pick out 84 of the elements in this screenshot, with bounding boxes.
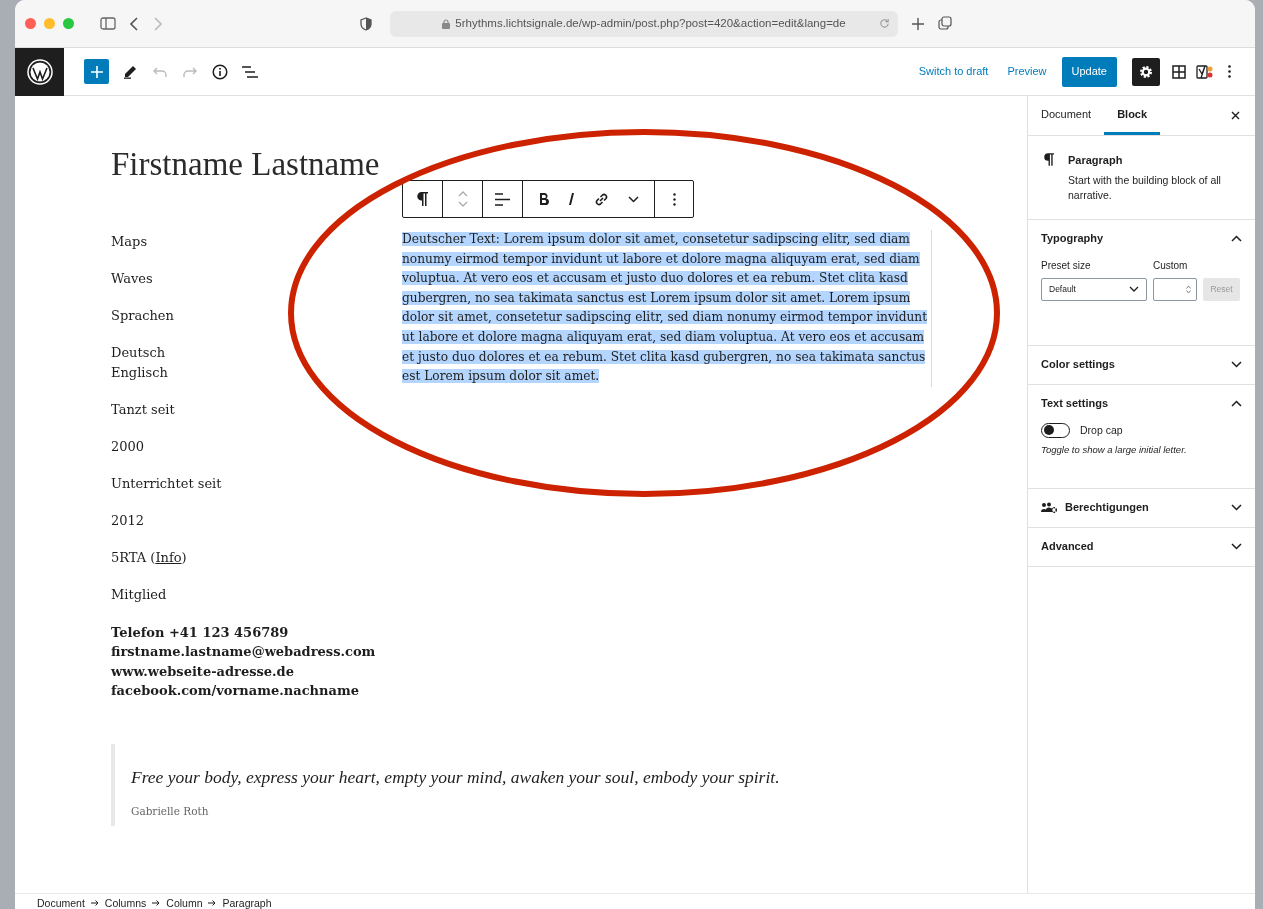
update-button[interactable]: Update bbox=[1061, 56, 1117, 87]
chevron-down-icon bbox=[1231, 504, 1242, 511]
sidebar-tab[interactable]: Block bbox=[1104, 96, 1161, 135]
text-line: Maps bbox=[111, 233, 149, 251]
lock-icon bbox=[442, 18, 451, 29]
tabs-overview-icon[interactable] bbox=[938, 16, 953, 31]
panel-toggle[interactable]: Advanced bbox=[1041, 527, 1242, 566]
arrow-right-icon bbox=[90, 900, 99, 906]
info-icon[interactable] bbox=[212, 63, 228, 80]
chevron-down-icon bbox=[1129, 286, 1139, 292]
panel-toggle[interactable]: Color settings bbox=[1041, 345, 1242, 384]
text-line: Sprachen bbox=[111, 307, 175, 326]
text-line: 2012 bbox=[111, 512, 146, 531]
post-title[interactable]: Firstname Lastname bbox=[111, 148, 380, 181]
block-description: Start with the building block of all narrative. bbox=[1068, 172, 1222, 203]
align-left-icon[interactable] bbox=[495, 192, 510, 206]
arrow-right-icon bbox=[208, 900, 217, 906]
contact-line: Telefon +41 123 456789 bbox=[111, 623, 290, 642]
address-bar[interactable]: 5rhythms.lichtsignale.de/wp-admin/post.php?post=420&action=edit&lang=de bbox=[390, 10, 898, 37]
field-label: Custom bbox=[1153, 258, 1189, 273]
wordpress-icon bbox=[26, 58, 53, 85]
breadcrumb-link[interactable]: Columns bbox=[104, 894, 147, 909]
bold-icon[interactable] bbox=[538, 193, 549, 205]
settings-icon bbox=[1139, 64, 1153, 79]
text-line: 5RTA (Info) bbox=[111, 549, 188, 568]
sidebar-toggle-icon[interactable] bbox=[100, 17, 116, 30]
breadcrumb-link[interactable]: Column bbox=[166, 894, 203, 909]
text-line: 2000 bbox=[111, 438, 146, 457]
breadcrumb-link[interactable]: Document bbox=[37, 894, 85, 909]
url-text: 5rhythms.lichtsignale.de/wp-admin/post.php?post=420&action=edit&lang=de bbox=[455, 15, 846, 31]
help-text: Toggle to show a large initial letter. bbox=[1041, 443, 1188, 458]
toggle-label: Drop cap bbox=[1080, 422, 1123, 438]
chevron-up-icon bbox=[1231, 400, 1242, 407]
block-options-icon[interactable] bbox=[672, 192, 676, 206]
text-line: Waves bbox=[111, 270, 154, 289]
block-name: Paragraph bbox=[1068, 153, 1124, 168]
pencil-icon[interactable] bbox=[123, 64, 137, 79]
preview-link[interactable]: Preview bbox=[1007, 63, 1047, 80]
panel-toggle[interactable]: Berechtigungen bbox=[1041, 488, 1242, 527]
settings-button[interactable] bbox=[1132, 57, 1160, 86]
breadcrumb-link[interactable]: Paragraph bbox=[222, 894, 272, 909]
close-icon bbox=[1230, 111, 1240, 120]
arrow-right-icon bbox=[152, 900, 161, 906]
quote-text: Free your body, express your heart, empty your mind, awaken your soul, embody your spirit. bbox=[131, 766, 781, 789]
panel-toggle[interactable]: Text settings bbox=[1041, 384, 1242, 423]
add-block-button[interactable] bbox=[84, 59, 109, 84]
new-tab-icon[interactable] bbox=[912, 17, 924, 30]
text-line: Unterrichtet seit bbox=[111, 475, 223, 494]
plus-icon bbox=[90, 65, 103, 78]
panel-toggle[interactable]: Typography bbox=[1041, 219, 1242, 258]
back-icon[interactable] bbox=[130, 16, 139, 31]
chevron-down-icon bbox=[1231, 543, 1242, 550]
info-link[interactable]: Info bbox=[155, 550, 182, 566]
text-line: Deutsch bbox=[111, 344, 167, 363]
custom-size-field[interactable] bbox=[1153, 277, 1197, 301]
sidebar-tab[interactable]: Document bbox=[1028, 96, 1105, 135]
chevron-up-icon bbox=[1231, 235, 1242, 242]
close-window-button[interactable] bbox=[25, 18, 36, 29]
users-gear-icon bbox=[1041, 502, 1057, 513]
contact-line: www.webseite-adresse.de bbox=[111, 662, 295, 681]
quote-block[interactable]: Free your body, express your heart, empty your mind, awaken your soul, embody your spirit. Gabrielle Roth bbox=[111, 744, 891, 826]
toggle-switch[interactable] bbox=[1041, 422, 1070, 438]
field-label: Preset size bbox=[1041, 258, 1092, 273]
grid-icon[interactable] bbox=[1172, 64, 1186, 79]
quote-citation: Gabrielle Roth bbox=[131, 804, 210, 820]
paragraph-icon[interactable] bbox=[417, 192, 428, 206]
contact-line: firstname.lastname@webadress.com bbox=[111, 643, 377, 662]
shield-icon[interactable] bbox=[360, 16, 372, 31]
chevron-down-icon bbox=[1231, 361, 1242, 368]
list-view-icon[interactable] bbox=[242, 65, 258, 78]
link-icon[interactable] bbox=[593, 191, 609, 207]
paragraph-icon bbox=[1044, 153, 1054, 166]
switch-to-draft-link[interactable]: Switch to draft bbox=[918, 63, 989, 80]
wordpress-logo[interactable] bbox=[15, 47, 64, 96]
more-options-icon[interactable] bbox=[1228, 65, 1231, 78]
text-line: Englisch bbox=[111, 363, 169, 382]
spinner-arrows-icon bbox=[1186, 284, 1191, 294]
chevron-down-icon[interactable] bbox=[627, 195, 639, 203]
italic-icon[interactable] bbox=[567, 193, 575, 205]
text-line: Tanzt seit bbox=[111, 400, 176, 419]
text-line: Mitglied bbox=[111, 586, 168, 605]
seo-plugin-icon[interactable] bbox=[1196, 63, 1214, 80]
contact-line: facebook.com/vorname.nachname bbox=[111, 682, 360, 701]
preset-size-select[interactable]: Default bbox=[1041, 277, 1147, 301]
